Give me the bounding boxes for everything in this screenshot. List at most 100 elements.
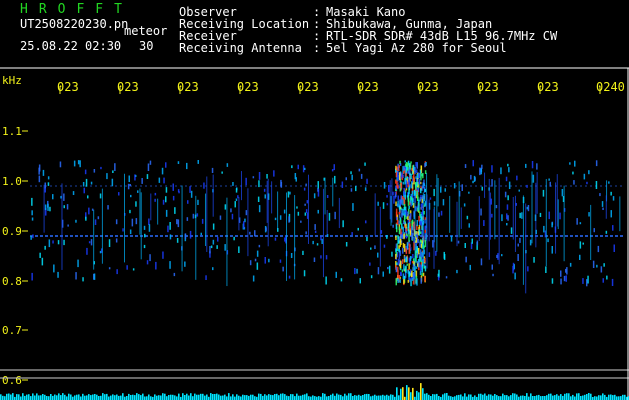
spectrogram-pixel xyxy=(574,160,576,167)
spectrogram-pixel xyxy=(405,223,407,229)
spectrum-bar xyxy=(246,395,248,400)
spectrogram-pixel xyxy=(500,167,502,175)
spectrum-bar xyxy=(442,394,444,400)
spectrogram-pixel xyxy=(397,278,399,283)
spectrogram-pixel xyxy=(573,180,575,185)
spectrogram-pixel xyxy=(77,259,79,268)
spectrum-bar xyxy=(162,393,164,400)
spectrum-bar xyxy=(20,396,22,400)
spectrogram-pixel xyxy=(161,167,164,175)
spectrogram-pixel xyxy=(169,261,171,269)
spectrogram-pixel xyxy=(187,200,189,204)
spectrogram-pixel xyxy=(408,205,410,209)
spectrogram-pixel xyxy=(203,182,205,189)
spectrogram-pixel xyxy=(226,163,229,167)
spectrogram-pixel xyxy=(531,161,534,169)
spectrogram-pixel xyxy=(263,188,266,192)
spectrogram-pixel xyxy=(406,162,408,167)
spectrogram-pixel xyxy=(406,195,409,198)
spectrum-bar xyxy=(578,393,580,400)
spectrogram-pixel xyxy=(63,239,65,246)
spectrogram-pixel xyxy=(129,184,131,187)
spectrum-bar xyxy=(366,393,368,400)
spectrogram-pixel xyxy=(366,178,368,184)
spectrogram-pixel xyxy=(468,223,470,228)
spectrogram-pixel xyxy=(397,270,399,278)
spectrogram-pixel xyxy=(411,261,414,264)
spectrogram-pixel xyxy=(501,254,503,257)
spectrum-bar xyxy=(146,396,148,400)
spectrogram-pixel xyxy=(395,201,397,206)
spectrum-bar xyxy=(112,394,114,400)
spectrum-bar xyxy=(306,393,308,400)
spectrum-bar xyxy=(390,394,392,400)
spectrum-bar xyxy=(494,394,496,400)
spectrum-bar xyxy=(172,394,174,400)
spectrum-bar xyxy=(376,395,378,400)
spectrum-bar xyxy=(278,395,280,400)
spectrogram-pixel xyxy=(395,278,397,286)
spectrogram-pixel xyxy=(32,234,34,239)
spectrum-bar xyxy=(254,396,256,400)
spectrogram-pixel xyxy=(377,252,379,258)
spectrogram-pixel xyxy=(388,185,390,193)
spectrogram-pixel xyxy=(401,195,404,200)
spectrogram-pixel xyxy=(440,210,443,216)
spectrogram-pixel xyxy=(174,207,176,214)
spectrogram-pixel xyxy=(165,196,167,203)
spectrogram-pixel xyxy=(146,174,149,179)
spectrogram-pixel xyxy=(258,172,261,180)
spectrum-bar xyxy=(474,395,476,400)
spectrogram-pixel xyxy=(144,233,146,238)
spectrogram-pixel xyxy=(396,262,398,266)
spectrogram-pixel xyxy=(235,188,238,193)
spectrogram-pixel xyxy=(412,272,414,278)
spectrogram-pixel xyxy=(395,194,397,197)
spectrum-bar xyxy=(68,393,70,400)
spectrogram-pixel xyxy=(402,226,404,233)
spectrogram-pixel xyxy=(410,181,413,189)
spectrogram-pixel xyxy=(560,278,562,285)
spectrum-bar xyxy=(334,395,336,400)
spectrogram-pixel xyxy=(444,188,446,192)
spectrum-bar xyxy=(230,396,232,400)
spectrogram-pixel xyxy=(433,188,435,197)
spectrogram-pixel xyxy=(402,209,404,216)
spectrogram-pixel xyxy=(576,218,578,225)
spectrogram-pixel xyxy=(374,245,376,249)
spectrogram-pixel xyxy=(398,165,400,168)
spectrogram-pixel xyxy=(85,216,87,221)
spectrogram-pixel xyxy=(579,241,582,249)
spectrum-bar xyxy=(460,394,462,400)
spectrogram-pixel xyxy=(418,224,421,229)
spectrum-bar xyxy=(338,394,340,400)
spectrum-bar xyxy=(250,394,252,400)
spectrogram-pixel xyxy=(413,237,415,244)
spectrogram-pixel xyxy=(405,256,408,263)
spectrogram-pixel xyxy=(39,252,41,258)
spectrum-bar xyxy=(196,394,198,400)
spectrogram-pixel xyxy=(122,228,124,232)
spectrogram-pixel xyxy=(135,218,138,225)
spectrogram-pixel xyxy=(245,177,247,186)
spectrogram-pixel xyxy=(438,212,440,217)
spectrogram-pixel xyxy=(401,234,404,239)
spectrum-bar xyxy=(282,393,284,400)
spectrogram-pixel xyxy=(354,268,356,275)
spectrum-bar xyxy=(210,393,212,400)
spectrogram-pixel xyxy=(465,256,467,263)
spectrogram-pixel xyxy=(424,232,426,239)
spectrum-bar xyxy=(242,394,244,400)
spectrum-bar xyxy=(238,395,240,400)
spectrum-bar xyxy=(558,395,560,400)
spectrogram-pixel xyxy=(83,187,85,194)
spectrogram-pixel xyxy=(507,195,509,201)
spectrogram-pixel xyxy=(508,181,511,189)
spectrogram-pixel xyxy=(420,188,422,194)
spectrum-bar xyxy=(498,396,500,400)
spectrogram-pixel xyxy=(158,177,161,183)
spectrogram-pixel xyxy=(395,235,397,240)
spectrogram-pixel xyxy=(420,222,423,226)
spectrogram-pixel xyxy=(300,220,302,223)
spectrogram-pixel xyxy=(527,205,530,212)
